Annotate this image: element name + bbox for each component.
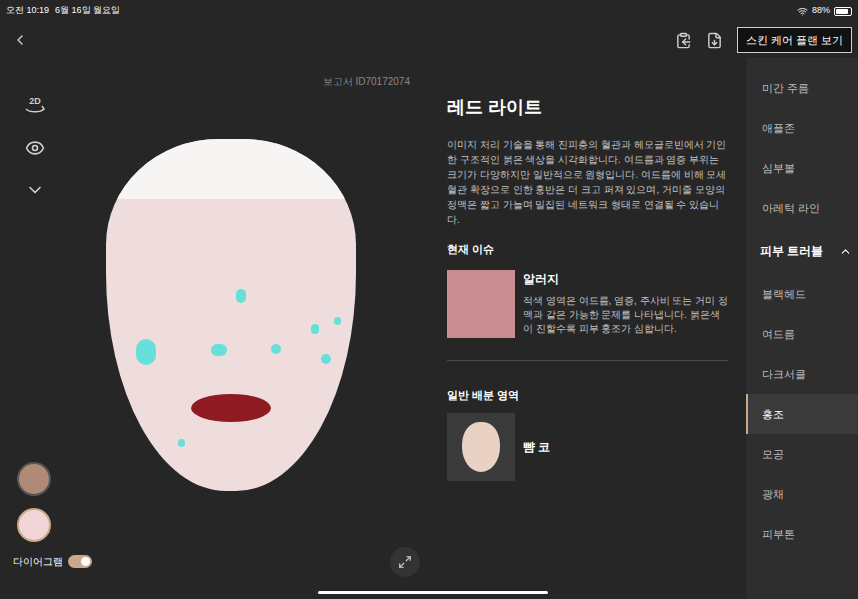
chevron-up-icon [839,245,852,258]
sidebar-section[interactable]: 피부 트러블 [746,228,858,274]
sidebar-item[interactable]: 여드름 [746,314,858,354]
battery-icon [834,7,852,16]
sidebar-item[interactable]: 애플존 [746,108,858,148]
sidebar: 미간 주름애플존심부볼아레턱 라인피부 트러블블랙헤드여드름다크서클홍조모공광채… [746,58,858,599]
area-image [447,413,515,481]
diagram-toggle[interactable]: 다이어그램 [13,554,92,569]
current-issue-heading: 현재 이슈 [447,241,728,258]
app: 오전 10:19 6월 16일 월요일 88% 스킨 케어 플랜 보기 2D 다이어그램 보… [0,0,858,599]
detail-panel: 레드 라이트이미지 처리 기술을 통해 진피층의 혈관과 헤모글로빈에서 기인한… [432,58,746,599]
status-date: 6월 16일 월요일 [55,4,120,18]
home-indicator [318,591,548,594]
sidebar-item[interactable]: 심부볼 [746,148,858,188]
copy-report-icon[interactable] [675,32,692,49]
view-mode-toggle[interactable]: 2D [23,94,47,116]
area-card: 뺨 코 [447,413,728,481]
status-bar: 오전 10:19 6월 16일 월요일 88% [0,0,858,22]
sidebar-item[interactable]: 미간 주름 [746,68,858,108]
skin-care-plan-button[interactable]: 스킨 케어 플랜 보기 [737,27,852,54]
expand-button[interactable] [390,547,420,577]
back-icon[interactable] [12,32,28,48]
sidebar-item[interactable]: 블랙헤드 [746,274,858,314]
area-heading: 일반 배분 영역 [447,387,728,404]
expand-icon [398,555,412,569]
wifi-icon [797,6,808,17]
face-thumbnail[interactable] [17,508,51,542]
face-image [106,139,356,491]
face-viewer: 2D 다이어그램 보고서 ID70172074 [0,58,432,599]
status-time: 오전 10:19 [6,4,49,18]
divider [447,360,728,361]
sidebar-item[interactable]: 피부톤 [746,514,858,554]
report-id: 보고서 ID70172074 [70,74,432,89]
eye-icon[interactable] [25,138,45,158]
export-icon[interactable] [706,32,723,49]
sidebar-item[interactable]: 다크서클 [746,354,858,394]
face-thumbnail[interactable] [17,462,51,496]
sidebar-item[interactable]: 모공 [746,434,858,474]
sidebar-item[interactable]: 광채 [746,474,858,514]
sidebar-item[interactable]: 아레턱 라인 [746,188,858,228]
battery-text: 88% [812,4,830,18]
detail-title: 레드 라이트 [447,94,728,121]
detail-description: 이미지 처리 기술을 통해 진피층의 혈관과 헤모글로빈에서 기인한 구조적인 … [447,137,728,227]
sidebar-item[interactable]: 홍조 [746,394,858,434]
issue-card: 알러지적색 영역은 여드름, 염증, 주사비 또는 거미 정맥과 같은 가능한 … [447,270,728,338]
issue-image [447,270,515,338]
header: 스킨 케어 플랜 보기 [0,22,858,58]
collapse-icon[interactable] [25,180,45,200]
